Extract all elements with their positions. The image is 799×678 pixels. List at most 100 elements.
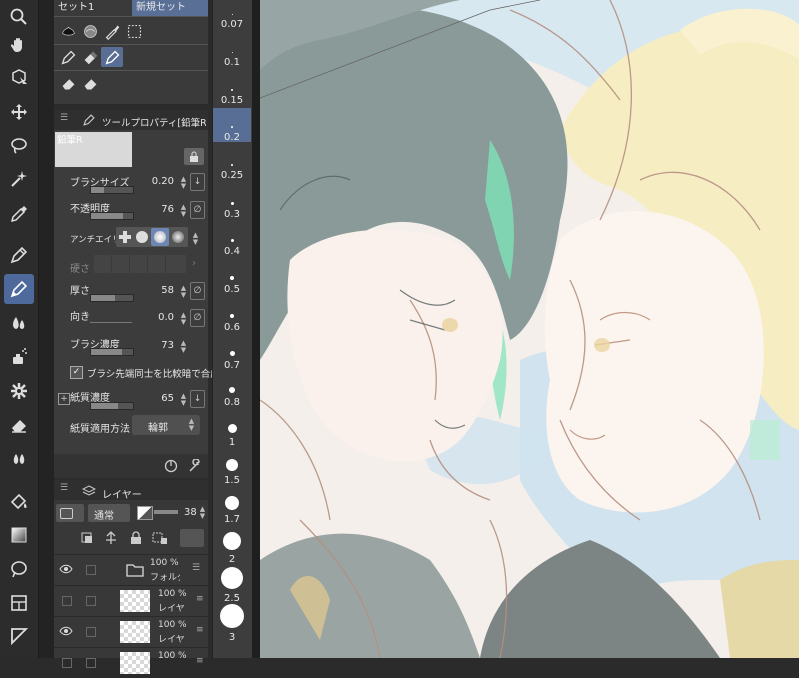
brush-size-dot[interactable] bbox=[231, 13, 233, 15]
brush-size-spinner[interactable]: ▲ ▼ bbox=[179, 176, 188, 190]
brush-size-label[interactable]: 0.2 bbox=[212, 132, 252, 143]
antialias-weak-icon[interactable] bbox=[136, 231, 148, 243]
frame-icon[interactable] bbox=[4, 588, 34, 618]
paper-density-spinner[interactable]: ▲ ▼ bbox=[179, 393, 188, 407]
gradient-icon[interactable] bbox=[4, 520, 34, 550]
layer-menu-icon[interactable]: ☰ bbox=[192, 563, 200, 573]
antialias-none-icon[interactable] bbox=[119, 231, 131, 243]
drawing-canvas[interactable] bbox=[260, 0, 799, 658]
brush-size-value[interactable]: 0.20 bbox=[152, 176, 174, 187]
layer-opacity-value[interactable]: 38 bbox=[184, 507, 197, 518]
brush-density-spinner[interactable]: ▲ ▼ bbox=[179, 340, 188, 354]
brush-size-label[interactable]: 0.15 bbox=[212, 95, 252, 106]
brush-size-dot[interactable] bbox=[230, 276, 234, 280]
layer-row[interactable]: 100 % ≡ bbox=[54, 647, 208, 678]
brush-size-dot[interactable] bbox=[231, 126, 233, 128]
eraser-subtool-icon[interactable] bbox=[57, 73, 79, 93]
paper-density-slider[interactable] bbox=[90, 402, 134, 410]
eyedropper-icon[interactable] bbox=[4, 199, 34, 229]
brush-size-label[interactable]: 0.25 bbox=[212, 170, 252, 181]
brush-size-dot[interactable] bbox=[220, 604, 244, 628]
paper-density-value[interactable]: 65 bbox=[161, 393, 174, 404]
opacity-dynamics-icon[interactable]: ∅ bbox=[190, 201, 205, 219]
brush-density-slider[interactable] bbox=[90, 348, 134, 356]
brush-size-dot[interactable] bbox=[223, 532, 241, 550]
visibility-checkbox[interactable] bbox=[62, 596, 72, 606]
lasso-icon[interactable] bbox=[4, 131, 34, 161]
brush-size-label[interactable]: 0.7 bbox=[212, 360, 252, 371]
brush-size-label[interactable]: 2.5 bbox=[212, 593, 252, 604]
lock-icon[interactable] bbox=[184, 148, 204, 165]
brush-size-label[interactable]: 0.6 bbox=[212, 322, 252, 333]
lock-transparency-icon[interactable] bbox=[152, 531, 168, 548]
brush-size-label[interactable]: 0.1 bbox=[212, 57, 252, 68]
brush-size-dynamics-icon[interactable]: ↓ bbox=[190, 173, 205, 191]
hand-icon[interactable] bbox=[4, 30, 34, 60]
layer-row[interactable]: 100 % レイヤ ≡ bbox=[54, 616, 208, 647]
antialias-medium-icon[interactable] bbox=[154, 231, 166, 243]
brush-size-dot[interactable] bbox=[227, 423, 237, 433]
wrench-icon[interactable] bbox=[188, 458, 202, 476]
pencil-icon[interactable] bbox=[4, 274, 34, 304]
opacity-spinner[interactable]: ▲ ▼ bbox=[179, 204, 188, 218]
opacity-value[interactable]: 76 bbox=[161, 204, 174, 215]
lock-layer-icon[interactable] bbox=[130, 531, 142, 548]
layer-row[interactable]: 100 % フォルダ ☰ bbox=[54, 554, 208, 585]
selection-icon[interactable] bbox=[123, 21, 145, 41]
zoom-icon[interactable] bbox=[4, 2, 34, 32]
brush-size-label[interactable]: 0.3 bbox=[212, 209, 252, 220]
opacity-slider[interactable] bbox=[90, 212, 134, 220]
brush-size-dot[interactable] bbox=[229, 387, 235, 393]
brush-density-value[interactable]: 73 bbox=[161, 340, 174, 351]
fill-icon[interactable] bbox=[4, 486, 34, 516]
brush-size-label[interactable]: 1.5 bbox=[212, 475, 252, 486]
brush-size-dot[interactable] bbox=[231, 51, 233, 53]
menu-icon[interactable]: ☰ bbox=[60, 113, 68, 123]
tab-set1[interactable]: セット1 bbox=[54, 0, 134, 16]
direction-dynamics-icon[interactable]: ∅ bbox=[190, 309, 205, 327]
pen-icon[interactable] bbox=[4, 240, 34, 270]
brush-size-slider[interactable] bbox=[90, 186, 134, 194]
brush-size-dot[interactable] bbox=[231, 89, 233, 91]
brush-size-label[interactable]: 0.4 bbox=[212, 246, 252, 257]
brush-size-dot[interactable] bbox=[231, 164, 233, 166]
brush-size-label[interactable]: 0.8 bbox=[212, 397, 252, 408]
airbrush-icon[interactable] bbox=[4, 342, 34, 372]
magic-wand-icon[interactable] bbox=[4, 164, 34, 194]
move-icon[interactable] bbox=[4, 97, 34, 127]
brush-icon[interactable] bbox=[4, 308, 34, 338]
layer-opacity-slider[interactable] bbox=[154, 510, 178, 514]
lock-checkbox[interactable] bbox=[86, 565, 96, 575]
pen-subtool-icon[interactable] bbox=[57, 47, 79, 67]
brush-size-dot[interactable] bbox=[230, 314, 234, 318]
menu-icon[interactable]: ☰ bbox=[60, 483, 68, 493]
thickness-value[interactable]: 58 bbox=[161, 285, 174, 296]
decoration-icon[interactable] bbox=[4, 376, 34, 406]
brush-size-dot[interactable] bbox=[230, 201, 234, 205]
thickness-dynamics-icon[interactable]: ∅ bbox=[190, 282, 205, 300]
tab-new-set[interactable]: 新規セット bbox=[132, 0, 208, 16]
brush-size-dot[interactable] bbox=[226, 459, 238, 471]
eraser-soft-subtool-icon[interactable] bbox=[79, 73, 101, 93]
mask-dropdown[interactable] bbox=[180, 529, 204, 547]
brush-size-dot[interactable] bbox=[225, 496, 239, 510]
brush-size-label[interactable]: 2 bbox=[212, 554, 252, 565]
reset-icon[interactable] bbox=[164, 459, 178, 476]
layer-menu-icon[interactable]: ≡ bbox=[196, 625, 204, 635]
dropper-icon[interactable] bbox=[101, 21, 123, 41]
figure-icon[interactable] bbox=[4, 554, 34, 584]
layer-menu-icon[interactable]: ≡ bbox=[196, 594, 204, 604]
direction-spinner[interactable]: ▲ ▼ bbox=[179, 312, 188, 326]
brush-size-label[interactable]: 1.7 bbox=[212, 514, 252, 525]
object-icon[interactable] bbox=[4, 62, 34, 92]
lock-checkbox[interactable] bbox=[86, 627, 96, 637]
layer-color-dropdown[interactable] bbox=[56, 504, 84, 522]
eye-icon[interactable] bbox=[59, 564, 73, 577]
layer-opacity-spinner[interactable]: ▲ ▼ bbox=[198, 506, 207, 520]
expand-plus-icon[interactable]: + bbox=[58, 393, 70, 405]
brush-size-label[interactable]: 0.5 bbox=[212, 284, 252, 295]
clip-icon[interactable] bbox=[80, 531, 94, 548]
direction-slider[interactable] bbox=[90, 322, 132, 323]
brush-size-dot[interactable] bbox=[230, 238, 234, 242]
eraser-icon[interactable] bbox=[4, 410, 34, 440]
